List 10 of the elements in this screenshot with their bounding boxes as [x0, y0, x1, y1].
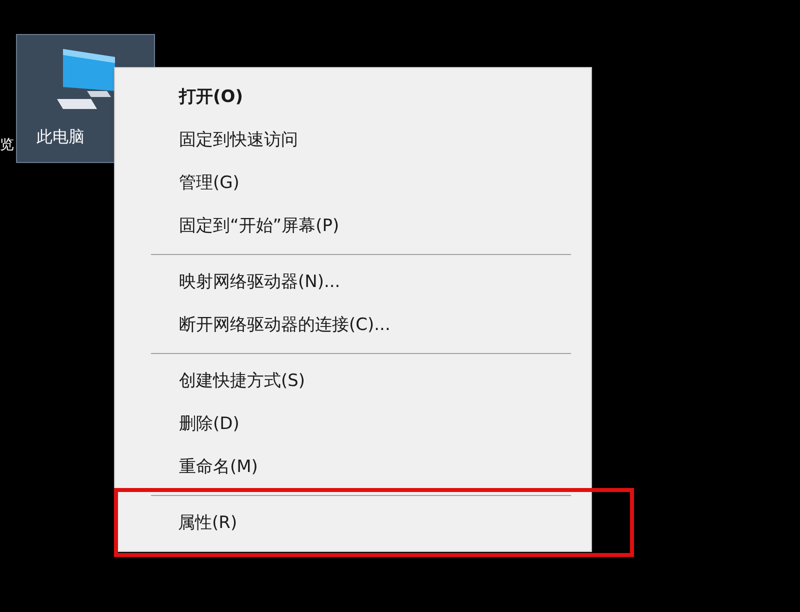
menu-item[interactable]: 重命名(M)	[117, 446, 571, 489]
menu-item[interactable]: 管理(G)	[117, 162, 571, 205]
shortcut-label[interactable]: 览	[0, 136, 14, 154]
menu-item[interactable]: 映射网络驱动器(N)...	[117, 261, 571, 304]
menu-item[interactable]: 断开网络驱动器的连接(C)...	[117, 304, 571, 347]
shortcut-label: 此电脑	[36, 127, 84, 148]
menu-item[interactable]: 固定到“开始”屏幕(P)	[117, 205, 571, 248]
menu-item[interactable]: 属性(R)	[114, 488, 634, 557]
menu-item[interactable]: 删除(D)	[117, 403, 571, 446]
menu-item[interactable]: 创建快捷方式(S)	[117, 360, 571, 403]
